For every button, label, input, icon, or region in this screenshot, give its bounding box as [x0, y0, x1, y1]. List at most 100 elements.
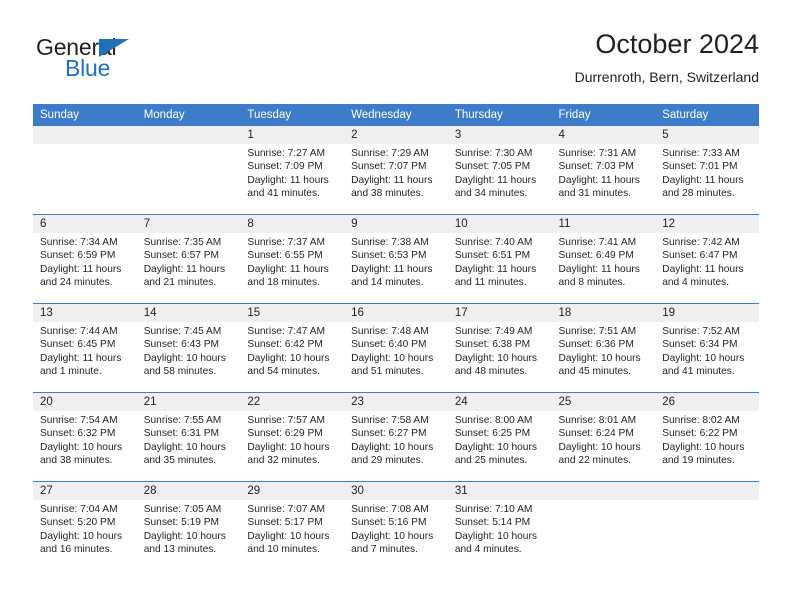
day-cell-body: 5 Sunrise: 7:33 AM Sunset: 7:01 PM Daylight…: [655, 126, 759, 214]
day-number: 7: [136, 215, 241, 233]
calendar-day-cell[interactable]: 14 Sunrise: 7:45 AM Sunset: 6:43 PM Dayligh…: [136, 303, 241, 393]
sunset-time: Sunset: 6:22 PM: [662, 428, 738, 440]
calendar-day-cell[interactable]: 31 Sunrise: 7:10 AM Sunset: 5:14 PM Dayligh…: [447, 481, 552, 570]
calendar-day-cell[interactable]: 6 Sunrise: 7:34 AM Sunset: 6:59 PM Daylight…: [33, 214, 137, 304]
calendar-day-cell[interactable]: 10 Sunrise: 7:40 AM Sunset: 6:51 PM Dayligh…: [447, 214, 552, 304]
day-number: 6: [33, 215, 137, 233]
title-block: October 2024 Durrenroth, Bern, Switzerla…: [574, 29, 759, 85]
page-subtitle: Durrenroth, Bern, Switzerland: [574, 68, 759, 85]
calendar-day-cell[interactable]: 13 Sunrise: 7:44 AM Sunset: 6:45 PM Dayligh…: [33, 303, 137, 393]
generalblue-logo[interactable]: General Blue: [36, 36, 206, 92]
sunset-time: Sunset: 7:01 PM: [662, 161, 738, 173]
sunset-time: Sunset: 5:17 PM: [247, 517, 323, 529]
calendar-day-cell[interactable]: 5 Sunrise: 7:33 AM Sunset: 7:01 PM Daylight…: [655, 126, 759, 215]
sunset-time: Sunset: 6:43 PM: [143, 339, 220, 351]
calendar-day-cell[interactable]: 16 Sunrise: 7:48 AM Sunset: 6:40 PM Dayligh…: [344, 303, 448, 393]
sun-info: Sunrise: 7:55 AM Sunset: 6:31 PM Daylight:…: [137, 411, 241, 467]
daylight-duration-line2: and 38 minutes.: [40, 454, 113, 466]
calendar-grid: Sunday Monday Tuesday Wednesday Thursday…: [33, 104, 759, 570]
day-number: 15: [240, 304, 345, 322]
sun-info: Sunrise: 7:49 AM Sunset: 6:38 PM Daylight:…: [448, 322, 552, 378]
sunrise-time: Sunrise: 7:42 AM: [662, 237, 740, 248]
calendar-day-cell[interactable]: 20 Sunrise: 7:54 AM Sunset: 6:32 PM Dayligh…: [33, 392, 137, 482]
sun-info: Sunrise: 7:29 AM Sunset: 7:07 PM Daylight:…: [344, 144, 448, 200]
daylight-duration-line1: Daylight: 10 hours: [351, 441, 434, 453]
sunset-time: Sunset: 7:07 PM: [351, 161, 427, 173]
calendar-day-cell[interactable]: 2 Sunrise: 7:29 AM Sunset: 7:07 PM Daylight…: [344, 126, 448, 215]
daylight-duration-line2: and 28 minutes.: [662, 187, 735, 199]
sunset-time: Sunset: 6:49 PM: [558, 250, 634, 262]
calendar-day-cell[interactable]: 19 Sunrise: 7:52 AM Sunset: 6:34 PM Dayligh…: [655, 303, 759, 393]
sunrise-time: Sunrise: 7:07 AM: [247, 504, 325, 515]
day-cell-body: 10 Sunrise: 7:40 AM Sunset: 6:51 PM Dayligh…: [447, 215, 552, 303]
day-number: 31: [447, 482, 552, 500]
calendar-day-cell[interactable]: 11 Sunrise: 7:41 AM Sunset: 6:49 PM Dayligh…: [551, 214, 656, 304]
day-cell-body: 24 Sunrise: 8:00 AM Sunset: 6:25 PM Dayligh…: [447, 393, 552, 481]
calendar-day-cell[interactable]: 30 Sunrise: 7:08 AM Sunset: 5:16 PM Dayligh…: [344, 481, 448, 570]
daylight-duration-line1: Daylight: 11 hours: [662, 263, 744, 275]
calendar-day-cell[interactable]: 24 Sunrise: 8:00 AM Sunset: 6:25 PM Dayligh…: [447, 392, 552, 482]
sunset-time: Sunset: 6:47 PM: [662, 250, 738, 262]
sun-info: Sunrise: 7:08 AM Sunset: 5:16 PM Daylight:…: [344, 500, 448, 556]
sunrise-time: Sunrise: 7:31 AM: [558, 148, 637, 159]
sunset-time: Sunset: 6:32 PM: [40, 428, 116, 440]
daylight-duration-line2: and 41 minutes.: [662, 365, 735, 377]
calendar-day-cell[interactable]: 3 Sunrise: 7:30 AM Sunset: 7:05 PM Daylight…: [447, 126, 552, 215]
daylight-duration-line1: Daylight: 10 hours: [454, 352, 537, 364]
daylight-duration-line1: Daylight: 11 hours: [662, 174, 744, 186]
calendar-day-cell[interactable]: 21 Sunrise: 7:55 AM Sunset: 6:31 PM Dayligh…: [136, 392, 241, 482]
calendar-day-cell[interactable]: 28 Sunrise: 7:05 AM Sunset: 5:19 PM Dayligh…: [136, 481, 241, 570]
daylight-duration-line1: Daylight: 10 hours: [662, 352, 745, 364]
day-number: [655, 482, 759, 500]
day-number: 2: [344, 126, 448, 144]
calendar-day-cell[interactable]: 8 Sunrise: 7:37 AM Sunset: 6:55 PM Daylight…: [240, 214, 345, 304]
calendar-day-cell[interactable]: 18 Sunrise: 7:51 AM Sunset: 6:36 PM Dayligh…: [551, 303, 656, 393]
day-number: 14: [136, 304, 241, 322]
calendar-day-cell[interactable]: 29 Sunrise: 7:07 AM Sunset: 5:17 PM Dayligh…: [240, 481, 345, 570]
weekday-header-sunday: Sunday: [33, 104, 137, 126]
daylight-duration-line2: and 24 minutes.: [40, 276, 113, 288]
daylight-duration-line2: and 31 minutes.: [558, 187, 632, 199]
day-cell-body: 11 Sunrise: 7:41 AM Sunset: 6:49 PM Dayligh…: [551, 215, 656, 303]
day-number: [136, 126, 241, 144]
sunrise-time: Sunrise: 7:58 AM: [351, 415, 429, 426]
day-cell-body: 17 Sunrise: 7:49 AM Sunset: 6:38 PM Dayligh…: [447, 304, 552, 392]
calendar-cell-empty: [33, 126, 137, 215]
calendar-day-cell[interactable]: 7 Sunrise: 7:35 AM Sunset: 6:57 PM Daylight…: [136, 214, 241, 304]
calendar-day-cell[interactable]: 15 Sunrise: 7:47 AM Sunset: 6:42 PM Dayligh…: [240, 303, 345, 393]
sunrise-time: Sunrise: 8:02 AM: [662, 415, 740, 426]
sunrise-time: Sunrise: 7:38 AM: [351, 237, 429, 248]
calendar-day-cell[interactable]: 9 Sunrise: 7:38 AM Sunset: 6:53 PM Daylight…: [344, 214, 448, 304]
weekday-header-friday: Friday: [551, 104, 656, 126]
weekday-header-monday: Monday: [136, 104, 241, 126]
day-number: 19: [655, 304, 759, 322]
day-cell-body: 21 Sunrise: 7:55 AM Sunset: 6:31 PM Dayligh…: [136, 393, 241, 481]
sunrise-time: Sunrise: 7:40 AM: [454, 237, 533, 248]
day-number: 29: [240, 482, 345, 500]
calendar-day-cell[interactable]: 25 Sunrise: 8:01 AM Sunset: 6:24 PM Dayligh…: [551, 392, 656, 482]
calendar-day-cell[interactable]: 1 Sunrise: 7:27 AM Sunset: 7:09 PM Daylight…: [240, 126, 345, 215]
calendar-week-row: 13 Sunrise: 7:44 AM Sunset: 6:45 PM Dayligh…: [33, 303, 759, 393]
sunset-time: Sunset: 6:34 PM: [662, 339, 738, 351]
daylight-duration-line1: Daylight: 11 hours: [40, 352, 122, 364]
day-cell-body: 27 Sunrise: 7:04 AM Sunset: 5:20 PM Dayligh…: [33, 482, 137, 570]
sunset-time: Sunset: 6:42 PM: [247, 339, 323, 351]
calendar-day-cell[interactable]: 12 Sunrise: 7:42 AM Sunset: 6:47 PM Dayligh…: [655, 214, 759, 304]
sunrise-time: Sunrise: 7:04 AM: [40, 504, 118, 515]
calendar-day-cell[interactable]: 22 Sunrise: 7:57 AM Sunset: 6:29 PM Dayligh…: [240, 392, 345, 482]
calendar-day-cell[interactable]: 26 Sunrise: 8:02 AM Sunset: 6:22 PM Dayligh…: [655, 392, 759, 482]
sunrise-time: Sunrise: 7:29 AM: [351, 148, 429, 159]
calendar-day-cell[interactable]: 23 Sunrise: 7:58 AM Sunset: 6:27 PM Dayligh…: [344, 392, 448, 482]
daylight-duration-line2: and 29 minutes.: [351, 454, 424, 466]
calendar-day-cell[interactable]: 4 Sunrise: 7:31 AM Sunset: 7:03 PM Daylight…: [551, 126, 656, 215]
calendar-day-cell[interactable]: 17 Sunrise: 7:49 AM Sunset: 6:38 PM Dayligh…: [447, 303, 552, 393]
day-cell-body: 2 Sunrise: 7:29 AM Sunset: 7:07 PM Daylight…: [344, 126, 448, 214]
calendar-cell-empty: [655, 481, 759, 570]
calendar-day-cell[interactable]: 27 Sunrise: 7:04 AM Sunset: 5:20 PM Dayligh…: [33, 481, 137, 570]
day-cell-body: 22 Sunrise: 7:57 AM Sunset: 6:29 PM Dayligh…: [240, 393, 345, 481]
daylight-duration-line2: and 4 minutes.: [454, 543, 522, 555]
day-cell-body: 8 Sunrise: 7:37 AM Sunset: 6:55 PM Daylight…: [240, 215, 345, 303]
weekday-header-wednesday: Wednesday: [344, 104, 448, 126]
sun-info: Sunrise: 8:01 AM Sunset: 6:24 PM Daylight:…: [552, 411, 656, 467]
daylight-duration-line2: and 16 minutes.: [40, 543, 113, 555]
